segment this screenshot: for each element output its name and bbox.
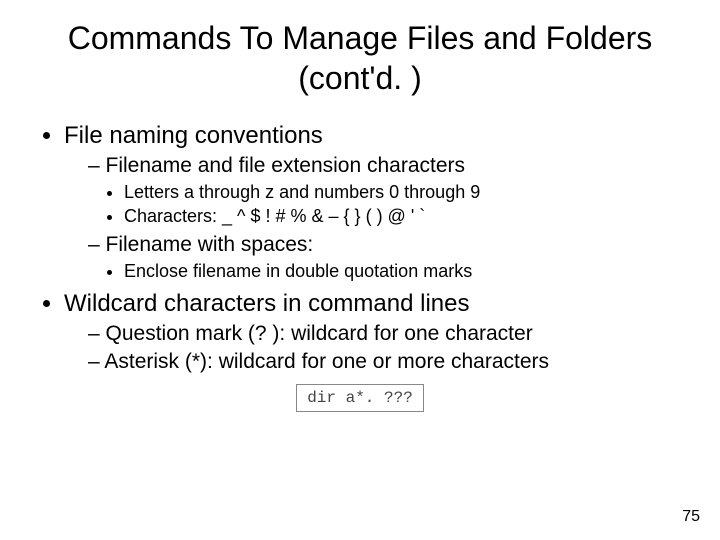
slide: Commands To Manage Files and Folders (co… xyxy=(0,0,720,540)
slide-title: Commands To Manage Files and Folders (co… xyxy=(36,18,684,98)
bullet-l2: Filename with spaces: Enclose filename i… xyxy=(88,233,684,282)
bullet-sublist: Filename and file extension characters L… xyxy=(64,154,684,282)
bullet-list: File naming conventions Filename and fil… xyxy=(36,122,684,374)
code-example: dir a*. ??? xyxy=(296,384,424,412)
code-example-container: dir a*. ??? xyxy=(36,384,684,412)
bullet-text: Asterisk (*): wildcard for one or more c… xyxy=(104,350,549,373)
bullet-text: File naming conventions xyxy=(64,122,323,149)
bullet-l2: Asterisk (*): wildcard for one or more c… xyxy=(88,350,684,374)
bullet-l2: Filename and file extension characters L… xyxy=(88,154,684,227)
bullet-text: Question mark (? ): wildcard for one cha… xyxy=(106,322,533,345)
page-number: 75 xyxy=(682,508,700,526)
bullet-l1: Wildcard characters in command lines Que… xyxy=(64,290,684,374)
bullet-l3: Letters a through z and numbers 0 throug… xyxy=(124,182,684,203)
bullet-text: Wildcard characters in command lines xyxy=(64,290,469,317)
bullet-sublist: Letters a through z and numbers 0 throug… xyxy=(88,182,684,227)
bullet-sublist: Question mark (? ): wildcard for one cha… xyxy=(64,322,684,374)
bullet-l2: Question mark (? ): wildcard for one cha… xyxy=(88,322,684,346)
bullet-sublist: Enclose filename in double quotation mar… xyxy=(88,261,684,282)
bullet-l3: Enclose filename in double quotation mar… xyxy=(124,261,684,282)
bullet-text: Filename with spaces: xyxy=(106,233,314,256)
bullet-l3: Characters: _ ^ $ ! # % & – { } ( ) @ ' … xyxy=(124,206,684,227)
bullet-l1: File naming conventions Filename and fil… xyxy=(64,122,684,282)
bullet-text: Filename and file extension characters xyxy=(106,154,466,177)
